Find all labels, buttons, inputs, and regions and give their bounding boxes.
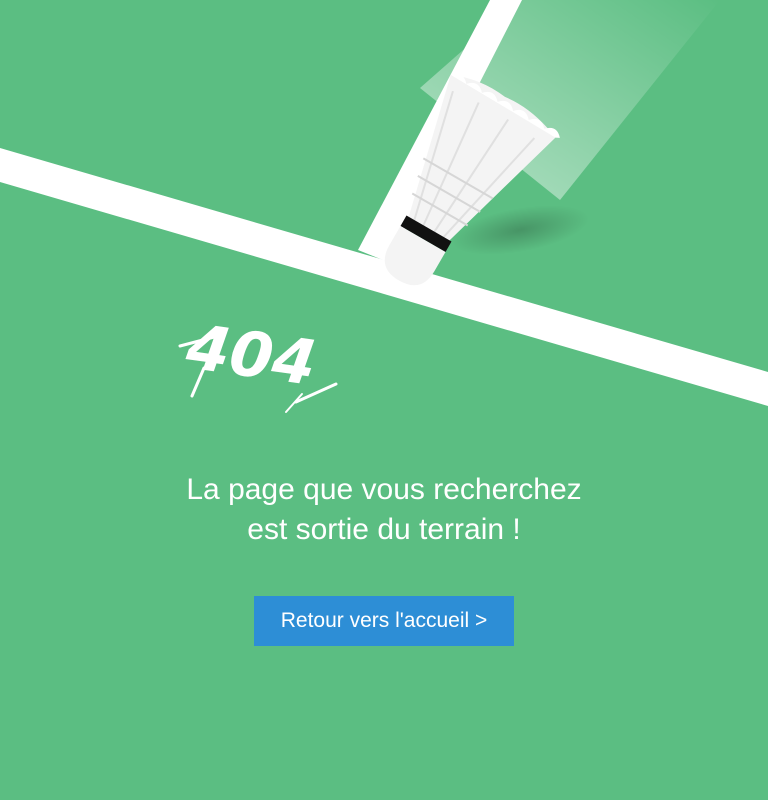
error-code-404: 404 [178,310,338,413]
back-to-home-button[interactable]: Retour vers l'accueil > [254,596,514,646]
error-message-line-1: La page que vous recherchez [186,473,582,506]
court-line-horizontal [0,148,768,406]
error-code-text: 404 [181,310,320,400]
error-message-line-2: est sortie du terrain ! [247,513,521,546]
error-message: La page que vous recherchez est sortie d… [0,470,768,550]
badminton-court-illustration [0,0,768,406]
